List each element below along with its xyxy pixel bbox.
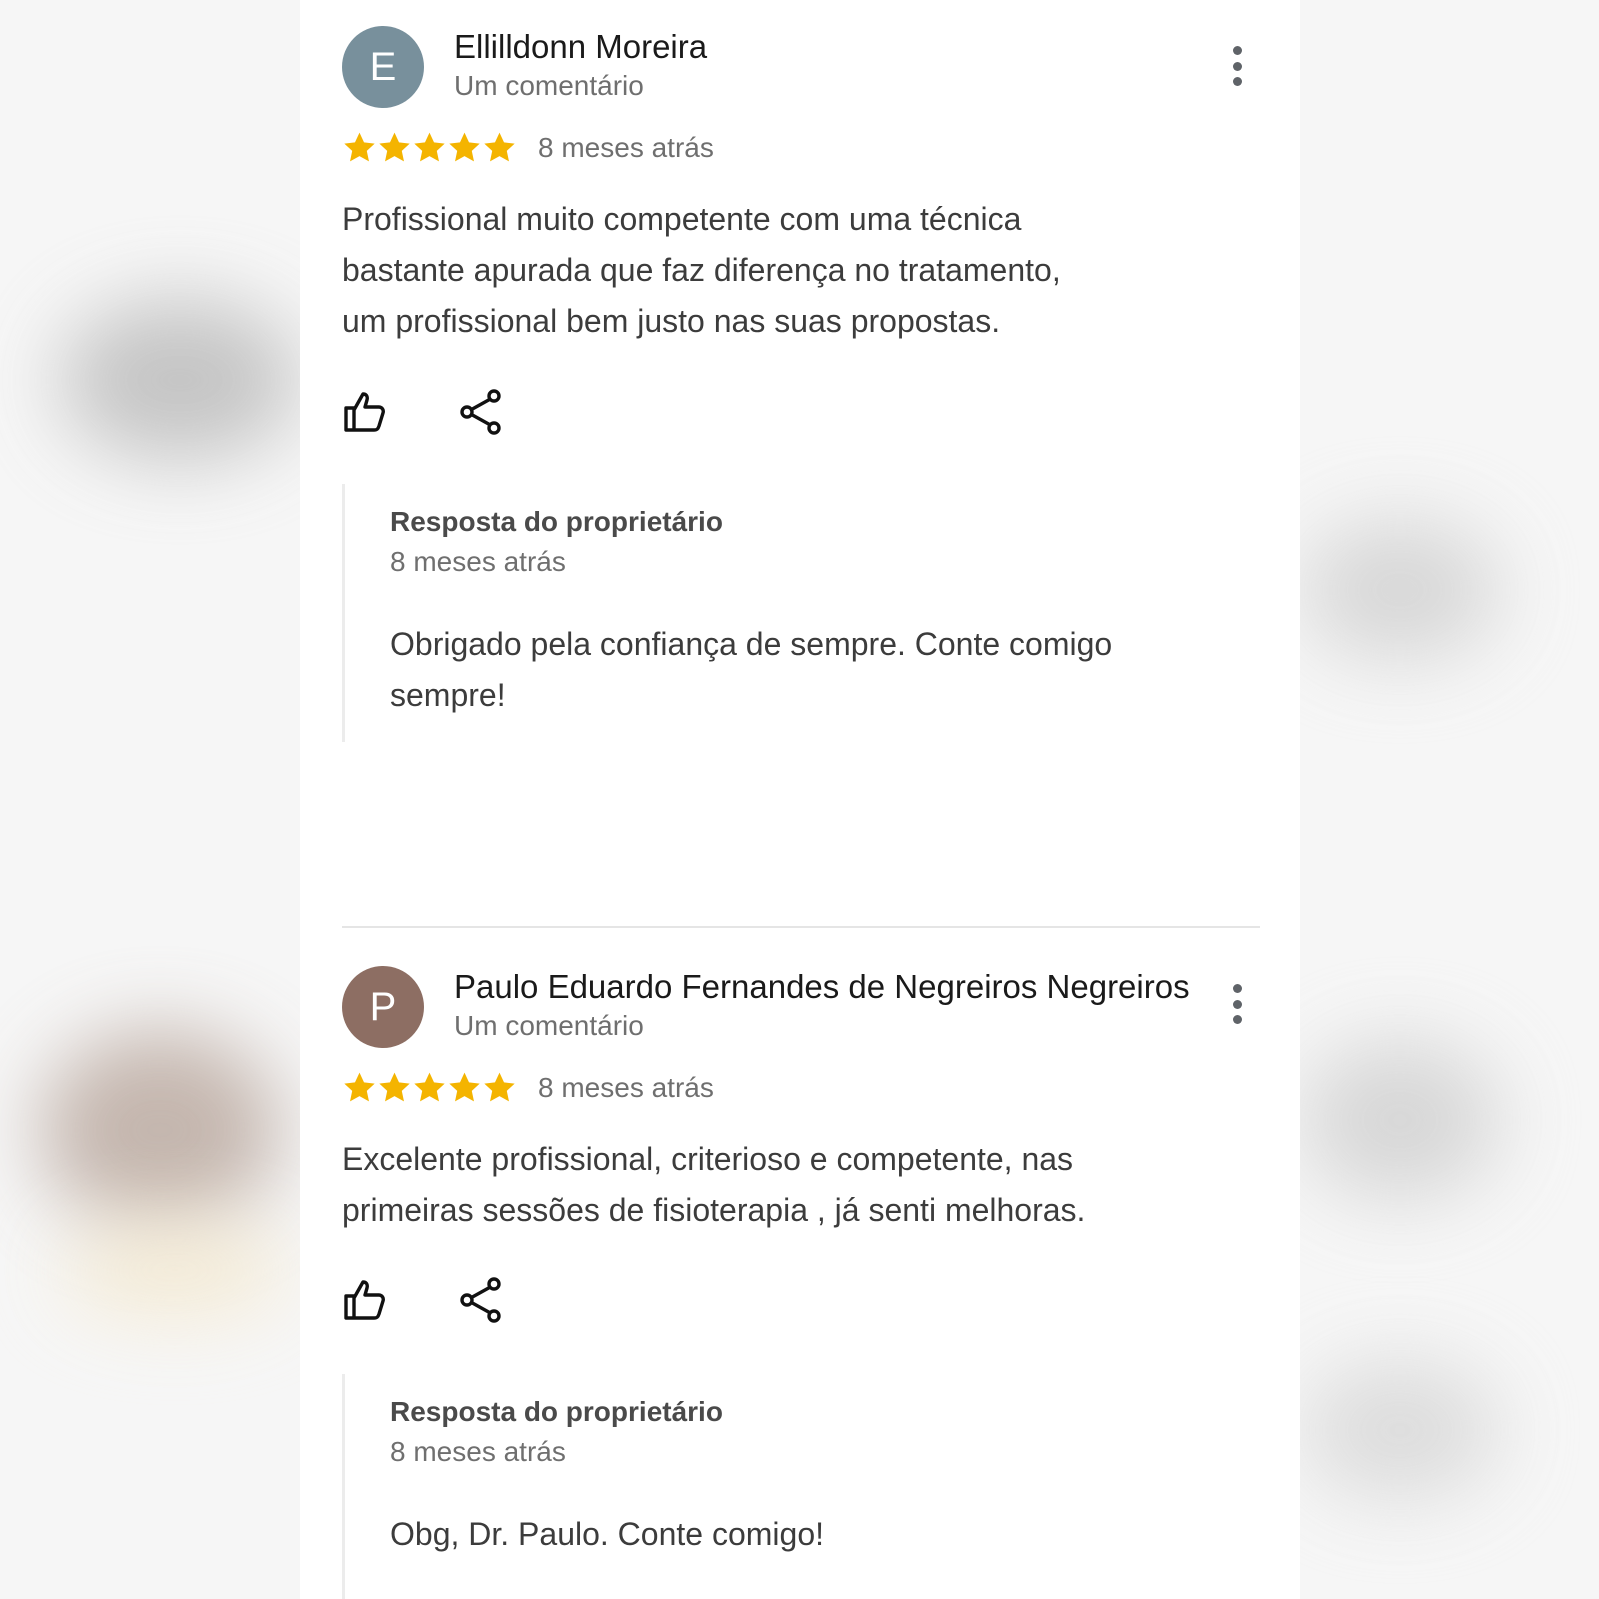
avatar-letter: E <box>369 44 397 89</box>
avatar[interactable]: P <box>342 966 424 1048</box>
author-review-count: Um comentário <box>454 1010 644 1041</box>
star-icon <box>414 1072 445 1102</box>
star-rating <box>342 1070 517 1105</box>
owner-reply-text: Obrigado pela confiança de sempre. Conte… <box>390 619 1230 721</box>
more-options-icon[interactable] <box>1227 984 1247 1024</box>
star-icon <box>344 132 375 162</box>
star-icon <box>379 132 410 162</box>
star-icon <box>344 1072 375 1102</box>
star-icon <box>414 132 445 162</box>
background-blur <box>1300 1360 1500 1500</box>
star-icon <box>484 132 515 162</box>
owner-reply-title: Resposta do proprietário <box>390 506 723 537</box>
more-options-icon[interactable] <box>1227 46 1247 86</box>
review-text-line: um profissional bem justo nas suas propo… <box>342 303 1001 339</box>
owner-reply-text: Obg, Dr. Paulo. Conte comigo! <box>390 1509 1230 1560</box>
background-blur <box>1300 1040 1500 1200</box>
background-blur <box>60 300 300 460</box>
background-blur <box>40 1030 280 1230</box>
author-name[interactable]: Paulo Eduardo Fernandes de Negreiros Neg… <box>454 968 1190 1006</box>
review-text-line: bastante apurada que faz diferença no tr… <box>342 252 1061 288</box>
review-date: 8 meses atrás <box>538 1072 714 1103</box>
star-icon <box>449 132 480 162</box>
review-text: Profissional muito competente com uma té… <box>342 194 1172 347</box>
star-icon <box>484 1072 515 1102</box>
review-text-line: primeiras sessões de fisioterapia , já s… <box>342 1192 1086 1228</box>
review-card: E Ellilldonn Moreira Um comentário 8 mes… <box>342 26 1262 766</box>
owner-reply: Resposta do proprietário 8 meses atrás O… <box>342 484 1265 742</box>
owner-reply-date: 8 meses atrás <box>390 546 566 577</box>
review-text-line: Excelente profissional, criterioso e com… <box>342 1141 1074 1177</box>
background-blur <box>1300 520 1500 660</box>
owner-reply: Resposta do proprietário 8 meses atrás O… <box>342 1374 1265 1599</box>
owner-reply-title: Resposta do proprietário <box>390 1396 723 1427</box>
review-text: Excelente profissional, criterioso e com… <box>342 1134 1202 1236</box>
avatar-letter: P <box>369 984 397 1029</box>
star-rating <box>342 130 517 165</box>
share-icon[interactable] <box>458 388 506 436</box>
star-icon <box>449 1072 480 1102</box>
star-icon <box>379 1072 410 1102</box>
owner-reply-text-line: Obg, Dr. Paulo. Conte comigo! <box>390 1516 824 1552</box>
author-name[interactable]: Ellilldonn Moreira <box>454 28 707 66</box>
share-icon[interactable] <box>458 1276 506 1324</box>
author-review-count: Um comentário <box>454 70 644 101</box>
thumbs-up-icon[interactable] <box>342 388 390 436</box>
review-divider <box>342 926 1260 928</box>
review-card: P Paulo Eduardo Fernandes de Negreiros N… <box>342 966 1262 1599</box>
owner-reply-text-line: Obrigado pela confiança de sempre. Conte… <box>390 626 1113 662</box>
owner-reply-date: 8 meses atrás <box>390 1436 566 1467</box>
screenshot-page: E Ellilldonn Moreira Um comentário 8 mes… <box>0 0 1599 1599</box>
thumbs-up-icon[interactable] <box>342 1276 390 1324</box>
background-blur <box>60 1220 290 1320</box>
review-text-line: Profissional muito competente com uma té… <box>342 201 1022 237</box>
owner-reply-text-line: sempre! <box>390 677 506 713</box>
avatar[interactable]: E <box>342 26 424 108</box>
review-date: 8 meses atrás <box>538 132 714 163</box>
